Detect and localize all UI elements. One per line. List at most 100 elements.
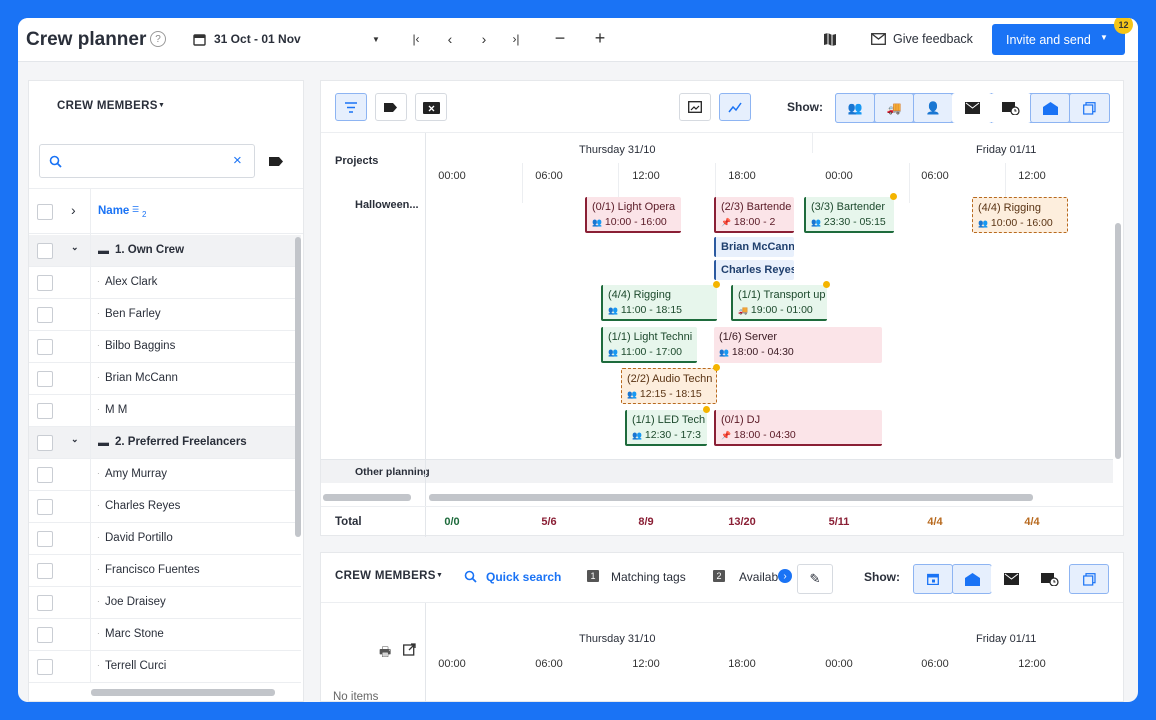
- show-calendar-button[interactable]: [913, 564, 953, 594]
- scroll-right-icon[interactable]: ›: [778, 569, 792, 583]
- first-page-icon[interactable]: |‹: [408, 30, 424, 48]
- show-mail-open-button[interactable]: [952, 564, 992, 594]
- chevron-down-icon[interactable]: ⌄: [71, 242, 79, 253]
- project-name[interactable]: Halloween...: [355, 199, 419, 211]
- group-row[interactable]: ⌄ ▬ 2. Preferred Freelancers: [29, 427, 301, 459]
- feedback-link[interactable]: Give feedback: [893, 32, 973, 46]
- calendar-icon[interactable]: [192, 32, 206, 46]
- show-mail-clock-button[interactable]: [1030, 564, 1070, 594]
- expand-all-icon[interactable]: ›: [71, 202, 76, 218]
- shift-card[interactable]: (1/1) Transport up 🚚 19:00 - 01:00: [731, 285, 827, 321]
- vertical-scrollbar[interactable]: [1115, 223, 1121, 459]
- chevron-down-icon[interactable]: ▼: [370, 32, 382, 46]
- horizontal-scrollbar[interactable]: [91, 689, 275, 696]
- quick-search-tab[interactable]: Quick search: [486, 570, 561, 584]
- map-icon[interactable]: [822, 31, 838, 47]
- timeline-scrollbar[interactable]: [429, 494, 1033, 501]
- member-checkbox[interactable]: [37, 466, 53, 483]
- show-transport-button[interactable]: 🚚: [874, 93, 914, 123]
- zoom-in-icon[interactable]: +: [592, 28, 608, 48]
- zoom-out-icon[interactable]: −: [552, 28, 568, 48]
- member-checkbox[interactable]: [37, 370, 53, 387]
- member-checkbox[interactable]: [37, 626, 53, 643]
- chart-button[interactable]: [719, 93, 751, 121]
- crew-member-row[interactable]: · Bilbo Baggins: [29, 331, 301, 363]
- folder-button[interactable]: [415, 93, 447, 121]
- clear-icon[interactable]: ×: [233, 152, 242, 169]
- shift-card[interactable]: (4/4) Rigging 👥 10:00 - 16:00: [972, 197, 1068, 233]
- group-row[interactable]: ⌄ ▬ 1. Own Crew: [29, 235, 301, 267]
- prev-icon[interactable]: ‹: [442, 30, 458, 48]
- name-column-header[interactable]: Name: [98, 205, 129, 217]
- image-button[interactable]: [679, 93, 711, 121]
- crew-search-input[interactable]: ×: [39, 144, 255, 178]
- date-range[interactable]: 31 Oct - 01 Nov: [214, 32, 301, 46]
- chevron-down-icon[interactable]: ▼: [158, 102, 165, 109]
- crew-member-row[interactable]: · Brian McCann: [29, 363, 301, 395]
- group-checkbox[interactable]: [37, 434, 53, 451]
- shift-card[interactable]: (1/6) Server 👥 18:00 - 04:30: [714, 327, 882, 363]
- show-team-button[interactable]: 👤: [913, 93, 953, 123]
- member-checkbox[interactable]: [37, 594, 53, 611]
- help-icon[interactable]: ?: [150, 31, 166, 47]
- projects-scrollbar[interactable]: [323, 494, 411, 501]
- show-mail-open-button[interactable]: [1030, 93, 1070, 123]
- crew-member-row[interactable]: · Alex Clark: [29, 267, 301, 299]
- crew-member-row[interactable]: · Amy Murray: [29, 459, 301, 491]
- member-checkbox[interactable]: [37, 530, 53, 547]
- show-mail-check-button[interactable]: [952, 93, 992, 123]
- folder-icon: ▬: [98, 245, 109, 257]
- member-checkbox[interactable]: [37, 402, 53, 419]
- select-all-checkbox[interactable]: [37, 204, 53, 220]
- show-mail-check-button[interactable]: [991, 564, 1031, 594]
- shift-card[interactable]: (0/1) Light Opera 👥 10:00 - 16:00: [585, 197, 681, 233]
- shift-card[interactable]: Charles Reyes: [714, 260, 794, 280]
- next-icon[interactable]: ›: [476, 30, 492, 48]
- sort-icon[interactable]: ☰: [132, 205, 139, 214]
- crew-members-dropdown[interactable]: CREW MEMBERS: [57, 100, 158, 112]
- crew-member-row[interactable]: · M M: [29, 395, 301, 427]
- tag-filter-button[interactable]: [375, 93, 407, 121]
- invite-send-button[interactable]: Invite and send ▼: [992, 24, 1125, 55]
- member-checkbox[interactable]: [37, 338, 53, 355]
- shift-card[interactable]: (2/3) Bartende 📌 18:00 - 2: [714, 197, 794, 233]
- member-checkbox[interactable]: [37, 658, 53, 675]
- member-checkbox[interactable]: [37, 562, 53, 579]
- show-copy-button[interactable]: [1069, 93, 1110, 123]
- crew-member-row[interactable]: · Ben Farley: [29, 299, 301, 331]
- chevron-down-icon[interactable]: ⌄: [71, 434, 79, 445]
- filter-button[interactable]: [335, 93, 367, 121]
- print-icon[interactable]: 🖶: [379, 643, 391, 665]
- edit-button[interactable]: ✎: [797, 564, 833, 594]
- crew-member-row[interactable]: · Joe Draisey: [29, 587, 301, 619]
- availability-tab[interactable]: Availab: [739, 570, 778, 584]
- shift-card[interactable]: (4/4) Rigging 👥 11:00 - 18:15: [601, 285, 717, 321]
- chevron-down-icon[interactable]: ▼: [436, 572, 443, 579]
- crew-member-row[interactable]: · Francisco Fuentes: [29, 555, 301, 587]
- show-mail-clock-button[interactable]: [991, 93, 1031, 123]
- tag-icon[interactable]: [267, 153, 285, 169]
- chevron-down-icon[interactable]: ▼: [1100, 33, 1108, 42]
- crew-members-dropdown[interactable]: CREW MEMBERS: [335, 570, 436, 582]
- show-copy-button[interactable]: [1069, 564, 1109, 594]
- matching-tags-tab[interactable]: Matching tags: [611, 570, 686, 584]
- shift-card[interactable]: (1/1) LED Tech 👥 12:30 - 17:3: [625, 410, 707, 446]
- mail-icon[interactable]: [870, 32, 886, 46]
- shift-card[interactable]: (3/3) Bartender 👥 23:30 - 05:15: [804, 197, 894, 233]
- shift-card[interactable]: (2/2) Audio Techn 👥 12:15 - 18:15: [621, 368, 717, 404]
- member-checkbox[interactable]: [37, 274, 53, 291]
- vertical-scrollbar[interactable]: [295, 237, 301, 537]
- show-crew-button[interactable]: 👥: [835, 93, 875, 123]
- last-page-icon[interactable]: ›|: [508, 30, 524, 48]
- shift-card[interactable]: (1/1) Light Techni 👥 11:00 - 17:00: [601, 327, 697, 363]
- crew-member-row[interactable]: · Charles Reyes: [29, 491, 301, 523]
- crew-member-row[interactable]: · Marc Stone: [29, 619, 301, 651]
- open-external-icon[interactable]: [403, 643, 416, 656]
- shift-card[interactable]: (0/1) DJ 📌 18:00 - 04:30: [714, 410, 882, 446]
- member-checkbox[interactable]: [37, 306, 53, 323]
- member-checkbox[interactable]: [37, 498, 53, 515]
- shift-card[interactable]: Brian McCann: [714, 237, 794, 257]
- crew-member-row[interactable]: · Terrell Curci: [29, 651, 301, 683]
- group-checkbox[interactable]: [37, 242, 53, 259]
- crew-member-row[interactable]: · David Portillo: [29, 523, 301, 555]
